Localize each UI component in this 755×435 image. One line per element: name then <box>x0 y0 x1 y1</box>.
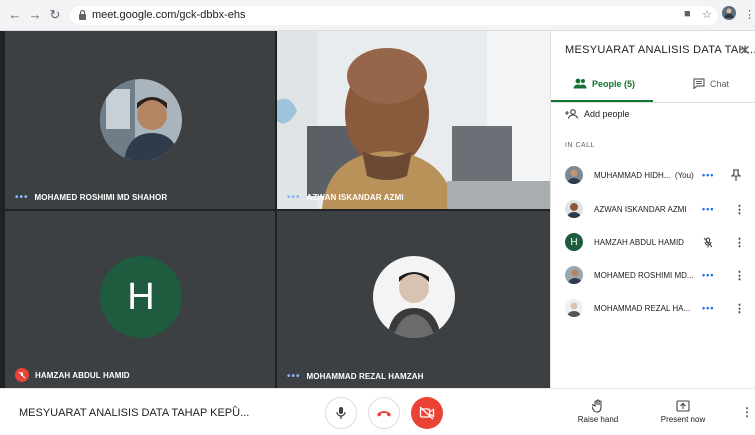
participant-name: HAMZAH ABDUL HAMID <box>594 237 684 247</box>
participant-name: ••• MOHAMED ROSHIMI MD SHAHOR <box>15 192 168 203</box>
star-icon[interactable]: ☆ <box>702 8 712 21</box>
mic-off-icon <box>15 368 29 382</box>
avatar <box>565 166 583 184</box>
add-person-icon <box>565 109 579 119</box>
participant-name: MUHAMMAD HIDH... (You) <box>594 170 694 180</box>
participant-name: HAMZAH ABDUL HAMID <box>15 368 130 382</box>
more-options-icon[interactable]: ⋮ <box>741 405 753 419</box>
avatar <box>565 299 583 317</box>
participant-tile[interactable]: ••• AZWAN ISKANDAR AZMI <box>277 31 550 209</box>
reload-icon[interactable]: ↻ <box>48 8 62 22</box>
participant-name: AZWAN ISKANDAR AZMI <box>594 204 687 214</box>
avatar: H <box>565 233 583 251</box>
audio-indicator-icon: ••• <box>15 192 29 203</box>
more-vert-icon[interactable]: ⋮ <box>734 269 745 282</box>
present-now-label: Present now <box>660 415 706 424</box>
browser-toolbar: ← → ↻ meet.google.com/gck-dbbx-ehs ■ ☆ ⋮ <box>0 0 755 31</box>
camera-off-icon <box>419 406 435 420</box>
hand-icon <box>592 399 602 413</box>
address-bar[interactable]: meet.google.com/gck-dbbx-ehs <box>70 6 718 25</box>
profile-avatar[interactable] <box>722 6 736 23</box>
browser-menu-icon[interactable]: ⋮ <box>744 8 755 21</box>
camera-icon[interactable]: ■ <box>684 8 691 20</box>
chat-icon <box>693 78 705 89</box>
present-icon <box>676 400 690 412</box>
forward-icon[interactable]: → <box>28 8 42 22</box>
audio-indicator-icon: ••• <box>287 192 301 203</box>
tab-divider <box>551 102 755 103</box>
present-now-button[interactable]: Present now <box>653 399 713 424</box>
add-people-button[interactable]: Add people <box>565 109 630 119</box>
more-vert-icon[interactable]: ⋮ <box>734 203 745 216</box>
audio-indicator-icon: ••• <box>702 170 715 180</box>
list-item[interactable]: MUHAMMAD HIDH... (You) ••• <box>551 163 755 187</box>
list-item[interactable]: AZWAN ISKANDAR AZMI ••• ⋮ <box>551 197 755 221</box>
pin-icon[interactable] <box>731 169 741 181</box>
audio-indicator-icon: ••• <box>702 303 715 313</box>
tab-chat[interactable]: Chat <box>693 78 729 89</box>
avatar <box>373 256 455 338</box>
audio-indicator-icon: ••• <box>702 204 715 214</box>
lock-icon <box>79 9 86 20</box>
participant-tile[interactable]: H HAMZAH ABDUL HAMID <box>5 211 275 388</box>
participant-name: MOHAMMAD REZAL HA... <box>594 303 691 313</box>
more-vert-icon[interactable]: ⋮ <box>734 302 745 315</box>
url-text: meet.google.com/gck-dbbx-ehs <box>92 9 246 21</box>
avatar <box>100 79 182 161</box>
list-item[interactable]: H HAMZAH ABDUL HAMID ⋮ <box>551 230 755 254</box>
audio-indicator-icon: ••• <box>287 371 301 382</box>
participant-tile[interactable]: ••• MOHAMED ROSHIMI MD SHAHOR <box>5 31 275 209</box>
in-call-label: IN CALL <box>565 142 595 149</box>
participant-video <box>277 31 550 209</box>
camera-button[interactable] <box>411 397 443 429</box>
people-panel: MESYUARAT ANALISIS DATA TAH... ✕ People … <box>550 31 755 388</box>
raise-hand-button[interactable]: Raise hand <box>568 399 628 424</box>
chevron-up-icon[interactable]: ⌃ <box>231 405 239 416</box>
raise-hand-label: Raise hand <box>577 415 619 424</box>
bottom-toolbar: MESYUARAT ANALISIS DATA TAHAP KEPU... ⌃ … <box>0 388 755 435</box>
participant-name: MOHAMED ROSHIMI MD... <box>594 270 694 280</box>
avatar: H <box>100 256 182 338</box>
meeting-title[interactable]: MESYUARAT ANALISIS DATA TAHAP KEPU... <box>19 407 249 419</box>
mic-off-icon <box>703 237 713 247</box>
mic-icon <box>336 407 346 419</box>
audio-indicator-icon: ••• <box>702 270 715 280</box>
tab-people[interactable]: People (5) <box>573 78 635 89</box>
microphone-button[interactable] <box>325 397 357 429</box>
panel-title: MESYUARAT ANALISIS DATA TAH... <box>565 44 755 56</box>
back-icon[interactable]: ← <box>8 8 22 22</box>
avatar <box>565 200 583 218</box>
close-icon[interactable]: ✕ <box>739 42 751 59</box>
participant-name: ••• AZWAN ISKANDAR AZMI <box>287 192 404 203</box>
avatar <box>565 266 583 284</box>
list-item[interactable]: MOHAMED ROSHIMI MD... ••• ⋮ <box>551 263 755 287</box>
hang-up-icon <box>377 411 391 417</box>
leave-call-button[interactable] <box>368 397 400 429</box>
list-item[interactable]: MOHAMMAD REZAL HA... ••• ⋮ <box>551 296 755 320</box>
video-grid: ••• MOHAMED ROSHIMI MD SHAHOR ••• AZWAN … <box>0 31 550 388</box>
more-vert-icon[interactable]: ⋮ <box>734 236 745 249</box>
people-icon <box>573 78 587 89</box>
participant-tile[interactable]: ••• MOHAMMAD REZAL HAMZAH <box>277 211 550 388</box>
participant-name: ••• MOHAMMAD REZAL HAMZAH <box>287 371 424 382</box>
